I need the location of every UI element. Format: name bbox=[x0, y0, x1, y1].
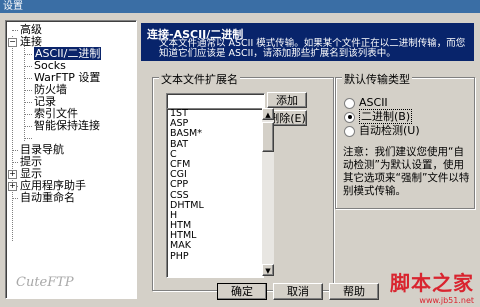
page-description: 文本文件通常以 ASCII 模式传输。如果某个文件正在以二进制传输，而您知道它们… bbox=[159, 38, 466, 59]
scroll-thumb[interactable] bbox=[262, 122, 274, 152]
radio-checked-icon[interactable] bbox=[344, 111, 355, 123]
transfer-note: 注意：我们建议您使用“自动检测”为默认设置，使用其它选项来“强制”文件以特别模式… bbox=[343, 146, 470, 197]
list-item[interactable]: BAT bbox=[167, 139, 263, 150]
window-title: 设置 bbox=[3, 1, 23, 12]
extensions-group-title: 文本文件扩展名 bbox=[159, 71, 240, 87]
extensions-scrollbar[interactable]: ▲ ▼ bbox=[262, 108, 274, 276]
transfer-type-group-title: 默认传输类型 bbox=[342, 71, 412, 87]
site-watermark: 脚本之家 www.jb51.net bbox=[390, 271, 474, 305]
scroll-down-icon[interactable]: ▼ bbox=[262, 264, 274, 276]
ok-button[interactable]: 确定 bbox=[217, 283, 267, 300]
radio-icon[interactable] bbox=[344, 97, 355, 109]
list-item[interactable]: DHTML bbox=[167, 200, 263, 211]
tree-item-smart-keepalive[interactable]: 智能保持连接 bbox=[34, 120, 100, 132]
extensions-list[interactable]: 1ST ASP BASM* BAT C CFM CGI CPP CSS DHTM… bbox=[166, 108, 264, 278]
extension-input[interactable] bbox=[166, 93, 265, 109]
collapse-icon[interactable]: − bbox=[8, 37, 17, 47]
scroll-up-icon[interactable]: ▲ bbox=[262, 108, 274, 120]
radio-binary[interactable]: 二进制(B) bbox=[344, 109, 413, 124]
list-item[interactable]: CPP bbox=[167, 180, 263, 190]
expand-icon[interactable]: + bbox=[8, 169, 17, 179]
add-button[interactable]: 添加(D) bbox=[267, 92, 307, 123]
help-button[interactable]: 帮助 bbox=[329, 283, 379, 300]
page-header: 连接-ASCII/二进制 文本文件通常以 ASCII 模式传输。如果某个文件正在… bbox=[141, 23, 474, 61]
radio-icon[interactable] bbox=[344, 125, 355, 137]
settings-tree[interactable]: 高级 − 连接 ASCII/二进制 Socks WarFTP 设置 防火墙 记录 … bbox=[5, 20, 137, 299]
radio-auto-detect[interactable]: 自动检测(U) bbox=[344, 124, 420, 138]
settings-window: 高级 − 连接 ASCII/二进制 Socks WarFTP 设置 防火墙 记录 … bbox=[0, 13, 480, 307]
radio-ascii[interactable]: ASCII bbox=[344, 96, 388, 110]
title-bar: 设置 bbox=[0, 0, 480, 13]
list-item[interactable]: PHP bbox=[167, 251, 263, 262]
expand-icon[interactable]: + bbox=[8, 181, 17, 191]
cancel-button[interactable]: 取消 bbox=[273, 283, 323, 300]
cuteftp-logo: CuteFTP bbox=[16, 275, 74, 290]
tree-item-auto-rename[interactable]: 自动重命名 bbox=[20, 192, 75, 204]
